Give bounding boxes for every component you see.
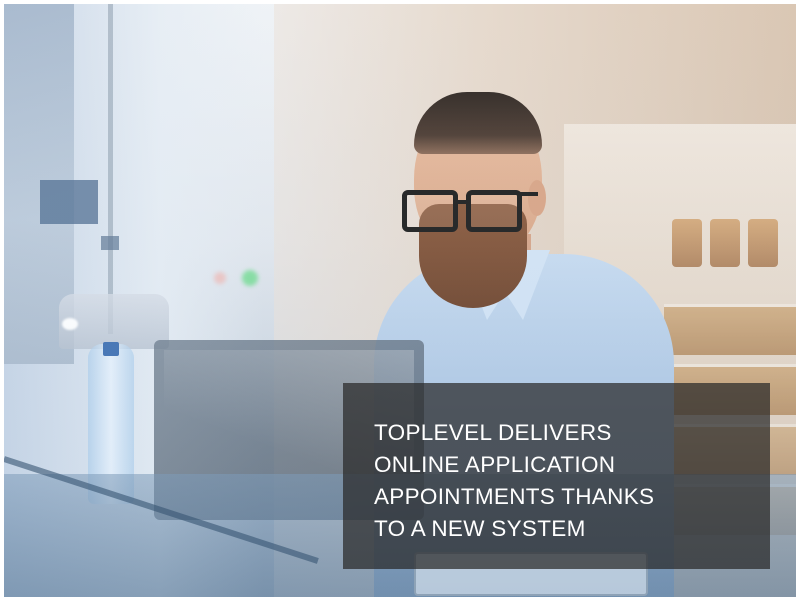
hero-frame: TOPLEVEL DELIVERS ONLINE APPLICATION APP… — [0, 0, 798, 601]
headline-line: TOPLEVEL DELIVERS — [374, 420, 612, 445]
headline-line: ONLINE APPLICATION — [374, 452, 616, 477]
headline-line: APPOINTMENTS THANKS — [374, 484, 655, 509]
headline-line: TO A NEW SYSTEM — [374, 516, 586, 541]
headline: TOPLEVEL DELIVERS ONLINE APPLICATION APP… — [374, 417, 746, 545]
headline-card: TOPLEVEL DELIVERS ONLINE APPLICATION APP… — [343, 383, 770, 569]
